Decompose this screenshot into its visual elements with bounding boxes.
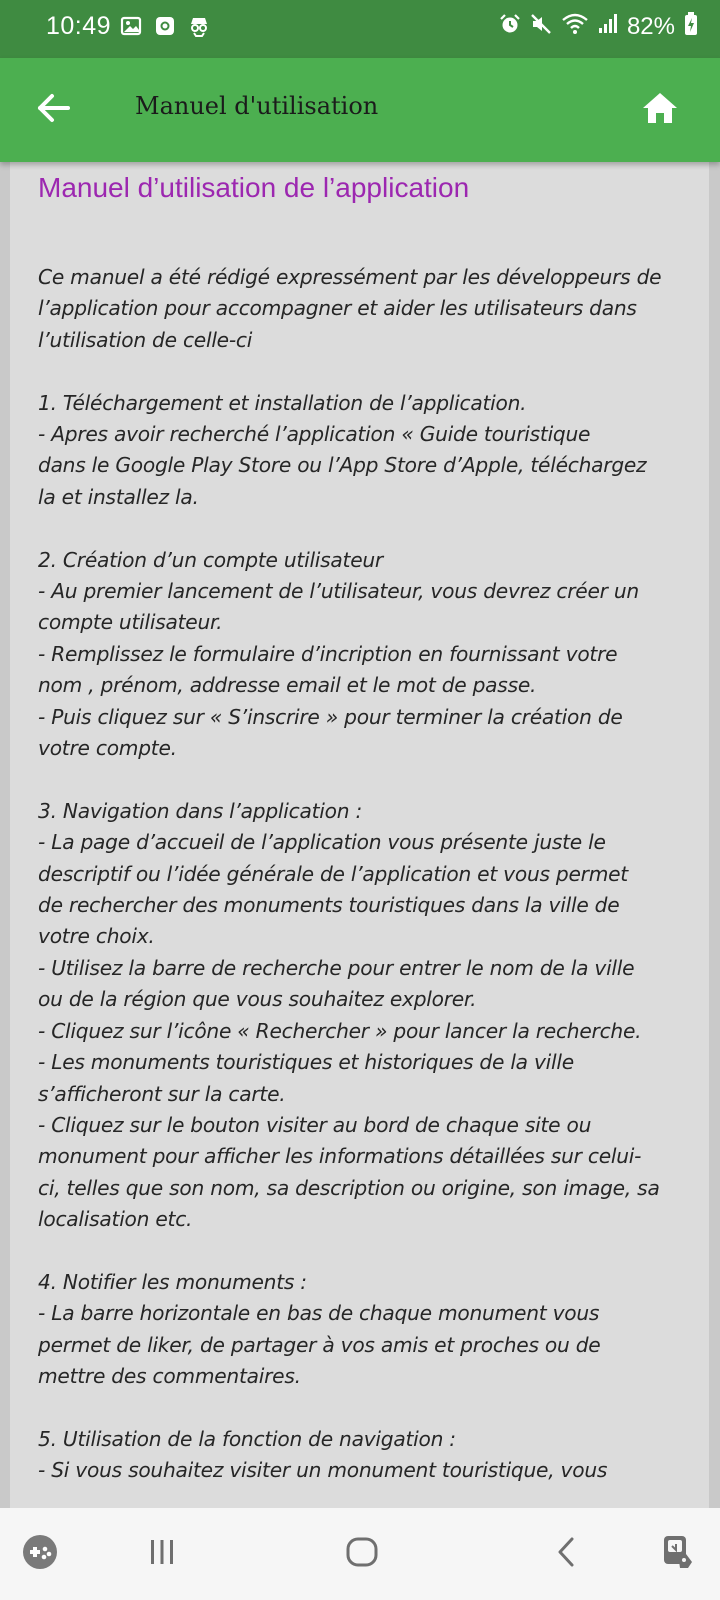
home-button[interactable] <box>638 88 682 132</box>
manual-text-line: - Cliquez sur l’icône « Rechercher » pou… <box>38 1018 642 1043</box>
manual-text-line: - Apres avoir recherché l’application « … <box>38 422 591 447</box>
recent-apps-button[interactable] <box>142 1534 182 1574</box>
mute-icon <box>530 13 552 40</box>
manual-text-line: monument pour afficher les informations … <box>38 1144 642 1169</box>
accessibility-icon <box>660 1534 696 1575</box>
manual-text-line: localisation etc. <box>38 1207 193 1232</box>
manual-text-line: - Si vous souhaitez visiter un monument … <box>38 1458 608 1483</box>
page-title: Manuel d'utilisation <box>135 92 379 120</box>
manual-text-line: 2. Création d’un compte utilisateur <box>38 547 383 572</box>
back-button[interactable] <box>34 90 74 130</box>
status-left-icons <box>120 15 210 42</box>
manual-text-line: s’afficheront sur la carte. <box>38 1081 286 1106</box>
recent-apps-icon <box>147 1537 177 1572</box>
manual-text-line: permet de liker, de partager à vos amis … <box>38 1332 601 1357</box>
manual-text-line: ci, telles que son nom, sa description o… <box>38 1175 660 1200</box>
status-bar: 10:49 82% <box>0 0 720 58</box>
manual-body: Ce manuel a été rédigé expressément par … <box>38 262 688 1487</box>
content-scroll-area[interactable]: Manuel d’utilisation de l’application Ce… <box>0 162 720 1508</box>
manual-text-line: dans le Google Play Store ou l’App Store… <box>38 453 647 478</box>
manual-text-line: compte utilisateur. <box>38 610 223 635</box>
home-icon <box>641 91 679 130</box>
manual-text-line: - La barre horizontale en bas de chaque … <box>38 1301 600 1326</box>
manual-text-line: votre choix. <box>38 924 155 949</box>
alarm-icon <box>499 13 521 40</box>
app-bar: Manuel d'utilisation <box>0 58 720 162</box>
status-right-icons: 82% <box>499 12 698 41</box>
manual-heading: Manuel d’utilisation de l’application <box>38 172 470 203</box>
game-tools-icon <box>21 1533 59 1576</box>
status-time: 10:49 <box>46 12 112 40</box>
manual-text-line: 1. Téléchargement et installation de l’a… <box>38 390 527 415</box>
manual-text-line: - Remplissez le formulaire d’incription … <box>38 641 618 666</box>
battery-charging-icon <box>684 12 698 41</box>
wifi-icon <box>561 13 589 40</box>
manual-text-line: l’utilisation de celle-ci <box>38 327 253 352</box>
home-nav-button[interactable] <box>342 1534 382 1574</box>
manual-card: Manuel d’utilisation de l’application Ce… <box>10 162 709 1508</box>
battery-percent: 82% <box>626 12 675 40</box>
manual-text-line: mettre des commentaires. <box>38 1364 301 1389</box>
home-circle-icon <box>345 1535 379 1574</box>
manual-text-line: Ce manuel a été rédigé expressément par … <box>38 265 662 289</box>
manual-text-line: 4. Notifier les monuments : <box>38 1269 307 1294</box>
manual-text-line: la et installez la. <box>38 484 199 509</box>
manual-text-line: descriptif ou l’idée générale de l’appli… <box>38 861 628 886</box>
accessibility-button[interactable] <box>658 1534 698 1574</box>
manual-text-line: ou de la région que vous souhaitez explo… <box>38 987 477 1012</box>
system-nav-bar <box>0 1508 720 1600</box>
back-nav-button[interactable] <box>546 1534 586 1574</box>
gallery-icon <box>120 15 142 42</box>
manual-text-line: l’application pour accompagner et aider … <box>38 296 637 321</box>
manual-text-line: - Utilisez la barre de recherche pour en… <box>38 955 635 980</box>
manual-text-line: de rechercher des monuments touristiques… <box>38 893 620 918</box>
manual-text-line: nom , prénom, addresse email et le mot d… <box>38 673 537 698</box>
screen-record-icon <box>154 15 176 42</box>
manual-text-line: votre compte. <box>38 736 177 761</box>
manual-text-line: 3. Navigation dans l’application : <box>38 798 362 823</box>
back-icon <box>553 1536 579 1573</box>
incognito-icon <box>188 15 210 42</box>
manual-text-line: - Cliquez sur le bouton visiter au bord … <box>38 1112 592 1137</box>
game-tools-button[interactable] <box>20 1534 60 1574</box>
manual-text-line: - Puis cliquez sur « S’inscrire » pour t… <box>38 704 623 729</box>
manual-text-line: - Au premier lancement de l’utilisateur,… <box>38 579 639 604</box>
manual-text-line: 5. Utilisation de la fonction de navigat… <box>38 1426 456 1451</box>
manual-text-line: - La page d’accueil de l’application vou… <box>38 830 606 855</box>
manual-text-line: - Les monuments touristiques et historiq… <box>38 1050 574 1075</box>
signal-icon <box>598 13 618 40</box>
arrow-left-icon <box>37 93 71 128</box>
